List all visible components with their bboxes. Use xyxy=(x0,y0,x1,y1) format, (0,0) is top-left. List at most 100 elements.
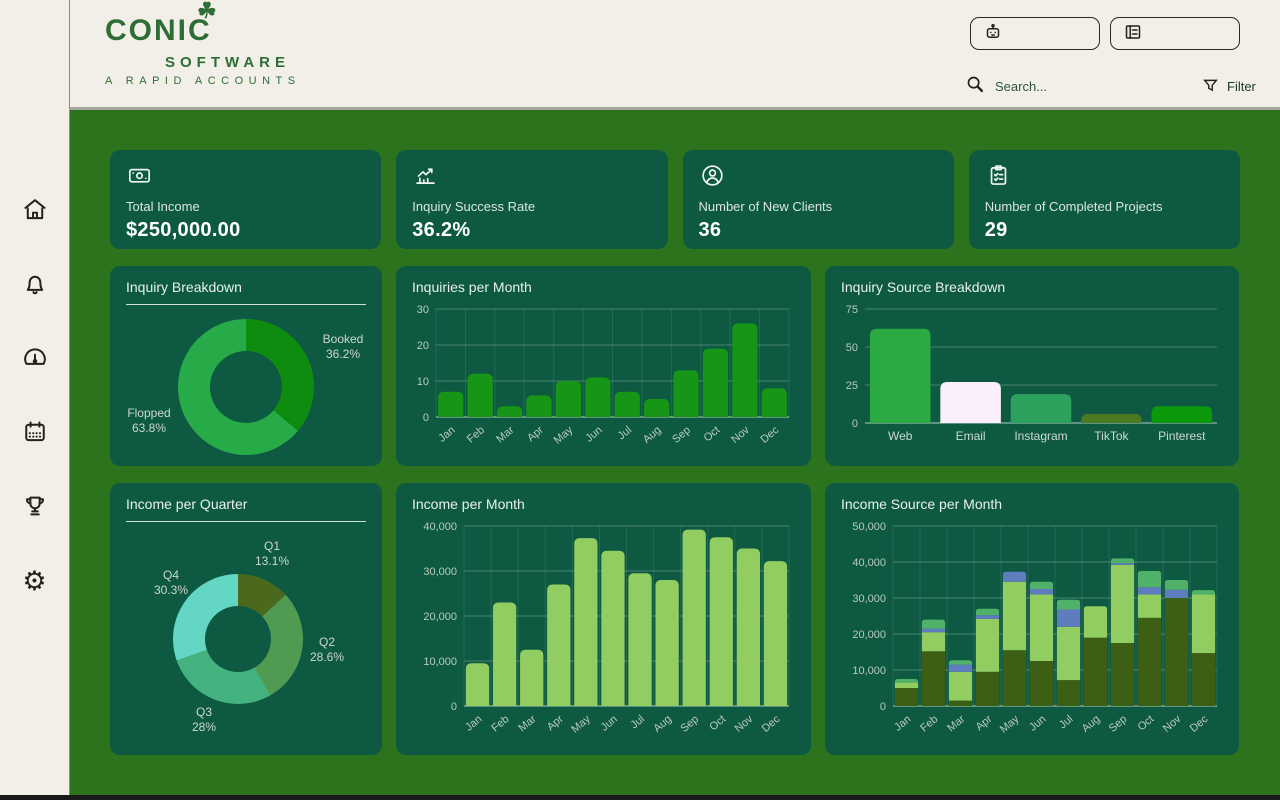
svg-text:75: 75 xyxy=(846,304,858,316)
banknote-icon xyxy=(126,176,153,193)
svg-text:30,000: 30,000 xyxy=(423,566,457,578)
svg-text:Jul: Jul xyxy=(616,424,634,442)
sidebar-item-dashboard[interactable] xyxy=(20,344,50,374)
kpi-value: $250,000.00 xyxy=(126,219,365,242)
svg-text:Dec: Dec xyxy=(759,424,782,446)
donut-label-q2: Q2 28.6% xyxy=(294,635,360,665)
svg-text:Aug: Aug xyxy=(651,713,674,735)
sidebar-item-settings[interactable]: ⚙ xyxy=(20,566,50,596)
kpi-value: 36 xyxy=(699,219,938,242)
filter-icon xyxy=(1201,76,1220,98)
income-per-month-chart: 010,00020,00030,00040,000JanFebMarAprMay… xyxy=(412,514,795,738)
svg-text:40,000: 40,000 xyxy=(423,521,457,533)
chart-title: Income per Quarter xyxy=(126,496,366,512)
svg-text:Jul: Jul xyxy=(628,713,646,731)
svg-text:May: May xyxy=(569,713,593,736)
svg-text:Jan: Jan xyxy=(436,424,457,445)
gauge-icon xyxy=(21,344,49,375)
logo-text-software: SOFTWARE xyxy=(165,54,301,71)
kpi-total-income: Total Income $250,000.00 xyxy=(110,150,381,249)
donut-label-q3: Q3 28% xyxy=(174,705,234,735)
kpi-row: Total Income $250,000.00 Inquiry Success… xyxy=(110,150,1240,249)
svg-text:Jun: Jun xyxy=(583,424,604,445)
chart-title: Inquiry Breakdown xyxy=(126,279,366,295)
income-source-per-month-chart: 010,00020,00030,00040,00050,000JanFebMar… xyxy=(841,514,1223,738)
filter-label: Filter xyxy=(1227,79,1256,94)
svg-text:50: 50 xyxy=(846,342,858,354)
charts-row-2: Income per Quarter Q1 13.1% Q2 28.6% Q3 … xyxy=(110,483,1240,755)
kpi-new-clients: Number of New Clients 36 xyxy=(683,150,954,249)
svg-text:May: May xyxy=(998,713,1022,736)
svg-text:Dec: Dec xyxy=(1188,713,1211,735)
logo: CONIC ☘ SOFTWARE A RAPID ACCOUNTS xyxy=(105,0,301,107)
svg-text:30,000: 30,000 xyxy=(852,593,886,605)
kpi-label: Number of Completed Projects xyxy=(985,199,1224,214)
calendar-icon xyxy=(21,418,49,449)
sidebar-item-notifications[interactable] xyxy=(20,270,50,300)
svg-text:0: 0 xyxy=(880,701,886,713)
svg-text:Sep: Sep xyxy=(1107,713,1130,735)
svg-text:Web: Web xyxy=(888,429,913,443)
svg-text:Mar: Mar xyxy=(945,713,967,735)
svg-text:Feb: Feb xyxy=(489,713,511,734)
header-right: Filter xyxy=(964,0,1240,107)
kpi-inquiry-success-rate: Inquiry Success Rate 36.2% xyxy=(396,150,667,249)
kpi-label: Number of New Clients xyxy=(699,199,938,214)
svg-text:Nov: Nov xyxy=(729,424,752,446)
svg-text:Jan: Jan xyxy=(892,713,913,734)
home-icon xyxy=(21,196,49,227)
search-input[interactable] xyxy=(993,78,1173,95)
robot-icon xyxy=(981,20,1005,47)
svg-text:Nov: Nov xyxy=(733,713,756,735)
logo-tagline: A RAPID ACCOUNTS xyxy=(105,75,301,87)
svg-text:Jun: Jun xyxy=(599,713,620,734)
svg-text:Apr: Apr xyxy=(974,713,995,733)
inquiry-source-breakdown-chart: 0255075WebEmailInstagramTikTokPinterest xyxy=(841,297,1223,449)
svg-text:Nov: Nov xyxy=(1161,713,1184,735)
filter-button[interactable]: Filter xyxy=(1195,75,1262,99)
inquiries-per-month-card: Inquiries per Month 0102030JanFebMarAprM… xyxy=(396,266,811,466)
svg-text:Aug: Aug xyxy=(1080,713,1103,735)
svg-text:10: 10 xyxy=(417,376,429,388)
svg-text:50,000: 50,000 xyxy=(852,521,886,533)
svg-text:Mar: Mar xyxy=(516,713,538,735)
svg-text:0: 0 xyxy=(423,412,429,424)
svg-text:Feb: Feb xyxy=(918,713,940,734)
svg-text:Oct: Oct xyxy=(702,424,723,444)
chart-title: Inquiries per Month xyxy=(412,279,795,295)
kpi-label: Inquiry Success Rate xyxy=(412,199,651,214)
sidebar-item-calendar[interactable] xyxy=(20,418,50,448)
inquiry-source-breakdown-card: Inquiry Source Breakdown 0255075WebEmail… xyxy=(825,266,1239,466)
ai-assistant-button[interactable] xyxy=(970,17,1100,50)
header: CONIC ☘ SOFTWARE A RAPID ACCOUNTS xyxy=(70,0,1280,107)
svg-text:Mar: Mar xyxy=(494,424,516,446)
svg-text:20,000: 20,000 xyxy=(852,629,886,641)
form-builder-button[interactable] xyxy=(1110,17,1240,50)
chart-title: Income Source per Month xyxy=(841,496,1223,512)
bell-icon xyxy=(21,270,49,301)
inquiries-per-month-chart: 0102030JanFebMarAprMayJunJulAugSepOctNov… xyxy=(412,297,795,449)
donut-label-booked: Booked 36.2% xyxy=(308,332,378,362)
trophy-icon xyxy=(21,492,49,523)
charts-row-1: Inquiry Breakdown Booked 36.2% Flopped 6… xyxy=(110,266,1240,466)
inquiry-breakdown-card: Inquiry Breakdown Booked 36.2% Flopped 6… xyxy=(110,266,382,466)
shamrock-icon: ☘ xyxy=(197,0,219,22)
svg-text:Email: Email xyxy=(956,429,986,443)
svg-text:Jan: Jan xyxy=(463,713,484,734)
svg-text:Jul: Jul xyxy=(1057,713,1075,731)
sidebar-item-home[interactable] xyxy=(20,196,50,226)
svg-text:Pinterest: Pinterest xyxy=(1158,429,1206,443)
sidebar-item-achievements[interactable] xyxy=(20,492,50,522)
svg-text:Sep: Sep xyxy=(678,713,701,735)
svg-text:40,000: 40,000 xyxy=(852,557,886,569)
kpi-label: Total Income xyxy=(126,199,365,214)
chart-title: Inquiry Source Breakdown xyxy=(841,279,1223,295)
gear-icon: ⚙ xyxy=(22,568,46,595)
donut-label-flopped: Flopped 63.8% xyxy=(114,406,184,436)
dashboard: Total Income $250,000.00 Inquiry Success… xyxy=(70,110,1280,800)
window-bottom-edge xyxy=(0,795,1280,800)
content-column: CONIC ☘ SOFTWARE A RAPID ACCOUNTS xyxy=(70,0,1280,800)
svg-text:Sep: Sep xyxy=(670,424,693,446)
donut-label-q1: Q1 13.1% xyxy=(242,539,302,569)
search-icon xyxy=(964,73,986,100)
